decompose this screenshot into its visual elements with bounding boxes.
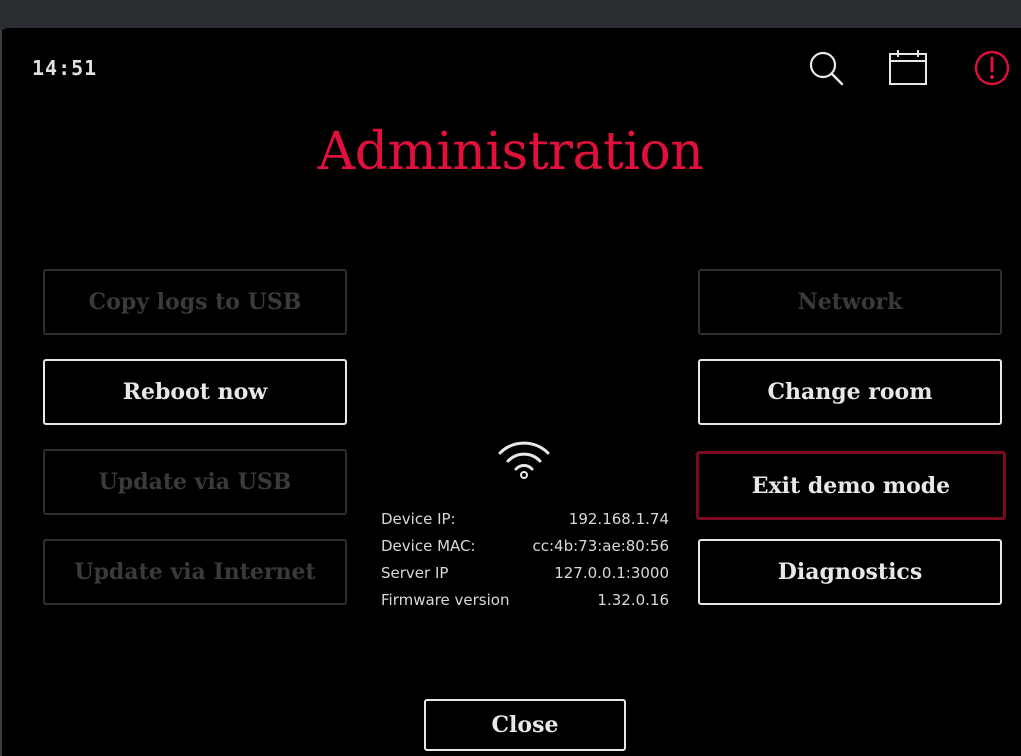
- info-label: Server IP: [381, 564, 449, 582]
- alert-icon: [974, 50, 1010, 86]
- network-button[interactable]: Network: [698, 269, 1002, 335]
- diagnostics-button[interactable]: Diagnostics: [698, 539, 1002, 605]
- device-ip-row: Device IP: 192.168.1.74: [381, 508, 669, 535]
- update-usb-button[interactable]: Update via USB: [43, 449, 347, 515]
- window-top-strip: [0, 0, 1021, 30]
- info-value: 127.0.0.1:3000: [554, 564, 669, 582]
- firmware-version-row: Firmware version 1.32.0.16: [381, 589, 669, 616]
- calendar-button[interactable]: [888, 48, 928, 88]
- calendar-icon: [889, 50, 927, 85]
- page-title: Administration: [317, 122, 704, 182]
- clock: 14:51: [32, 56, 98, 80]
- change-room-button[interactable]: Change room: [698, 359, 1002, 425]
- reboot-button[interactable]: Reboot now: [43, 359, 347, 425]
- info-label: Device IP:: [381, 510, 456, 528]
- alert-button[interactable]: [972, 48, 1012, 88]
- update-internet-button[interactable]: Update via Internet: [43, 539, 347, 605]
- wifi-icon: [498, 441, 550, 479]
- close-button[interactable]: Close: [424, 699, 626, 751]
- device-mac-row: Device MAC: cc:4b:73:ae:80:56: [381, 535, 669, 562]
- info-label: Firmware version: [381, 591, 510, 609]
- info-value: 192.168.1.74: [568, 510, 669, 528]
- info-value: cc:4b:73:ae:80:56: [532, 537, 669, 555]
- info-value: 1.32.0.16: [597, 591, 669, 609]
- search-button[interactable]: [806, 48, 846, 88]
- server-ip-row: Server IP 127.0.0.1:3000: [381, 562, 669, 589]
- copy-logs-button[interactable]: Copy logs to USB: [43, 269, 347, 335]
- exit-demo-mode-button[interactable]: Exit demo mode: [696, 451, 1006, 520]
- info-label: Device MAC:: [381, 537, 476, 555]
- device-info-panel: Device IP: 192.168.1.74 Device MAC: cc:4…: [381, 508, 669, 616]
- search-icon: [809, 51, 844, 86]
